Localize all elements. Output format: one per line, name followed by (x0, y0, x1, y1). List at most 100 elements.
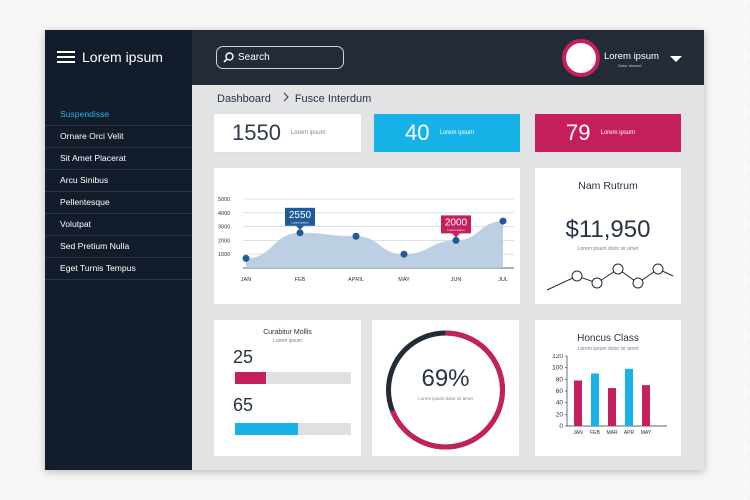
sparkline-point (591, 277, 603, 289)
stat-tile-3[interactable]: 79 Lorem ipsum (535, 114, 681, 152)
curabitur-card: Curabitur Mollis Lorem ipsum 25 65 (214, 320, 361, 456)
progress-value-2: 65 (233, 395, 254, 415)
x-tick-label: JAN (241, 277, 251, 283)
bar-chart: 0 20 40 60 80 100 120 JAN FEB MAR APR MAY (552, 354, 667, 436)
data-point (452, 236, 460, 244)
avatar[interactable] (562, 39, 600, 77)
data-point (400, 250, 408, 258)
hamburger-menu-icon[interactable] (57, 51, 75, 63)
honcus-card: Honcus Class Lorem ipsum dolor sir amet … (535, 320, 681, 456)
progress-value-1: 25 (233, 347, 254, 367)
callout-subtitle: Lorem ipsum (291, 220, 309, 224)
bar (591, 373, 599, 426)
callout-subtitle: Lorem ipsum (447, 228, 465, 232)
bar (608, 388, 616, 426)
y-tick-label: 2000 (218, 238, 230, 244)
user-role: Dolor sitamet (618, 63, 642, 68)
donut-value: 69% (421, 365, 470, 392)
breadcrumb: Dashboard Fusce Interdum (217, 92, 371, 105)
stat-label: Lorem ipsum (290, 130, 326, 136)
stat-value: 79 (566, 120, 591, 145)
x-tick-label: FEB (590, 430, 600, 436)
y-tick-label: 4000 (218, 211, 230, 217)
bar (574, 380, 582, 426)
x-tick-label: MAY (398, 277, 410, 283)
x-tick-label: APR (624, 430, 635, 436)
sidebar-item-suspendisse[interactable]: Suspendisse (45, 104, 192, 126)
stat-tile-2[interactable]: 40 Lorem ipsum (374, 114, 520, 152)
sparkline-chart (546, 263, 674, 291)
sidebar-item-pellentesque[interactable]: Pellentesque (45, 192, 192, 214)
x-tick-label: APRIL (348, 277, 364, 283)
sidebar-item-arcu-sinibus[interactable]: Arcu Sinibus (45, 170, 192, 192)
nam-rutrum-card: Nam Rutrum $11,950 Lorem ipsum dolor sir… (535, 168, 681, 304)
sidebar-item-sed-pretium-nulla[interactable]: Sed Pretium Nulla (45, 236, 192, 258)
progress-fill-2 (235, 423, 298, 435)
y-tick-label: 60 (556, 388, 564, 395)
progress-bar-1 (235, 372, 351, 384)
sidebar-item-volutpat[interactable]: Volutpat (45, 214, 192, 236)
donut-card: 69% Lorem ipsum dolor sir amet (372, 320, 519, 456)
area-chart: 1000 2000 3000 4000 5000 JAN FEB APRIL MAY JUN JUL… (218, 197, 514, 283)
y-tick-label: 5000 (218, 197, 230, 203)
data-point (296, 229, 304, 237)
bar (625, 368, 633, 426)
brand-area: Lorem ipsum (45, 30, 192, 85)
stat-label: Lorem ipsum (600, 130, 636, 136)
breadcrumb-root[interactable]: Dashboard (217, 93, 271, 105)
y-tick-label: 3000 (218, 225, 230, 231)
x-tick-label: JUL (498, 277, 508, 283)
sidebar-item-sit-amet-placerat[interactable]: Sit Amet Placerat (45, 148, 192, 170)
y-tick-label: 20 (556, 411, 564, 418)
sparkline-point (571, 270, 583, 282)
sidebar-nav: Suspendisse Ornare Orci Velit Sit Amet Pla… (45, 104, 192, 280)
callout-value: 2000 (445, 217, 468, 228)
progress-bar-2 (235, 423, 351, 435)
y-tick-label: 1000 (218, 252, 230, 258)
donut-subtitle: Lorem ipsum dolor sir amet (418, 396, 473, 401)
search-input[interactable]: Search (216, 46, 344, 69)
card-subtitle: Lorem ipsum dolor sir amet (577, 246, 639, 252)
sidebar-item-eget-turnis-tempus[interactable]: Eget Turnis Tempus (45, 258, 192, 280)
dashboard-window: Lorem ipsum Search Lorem ipsum Dolor sit… (45, 30, 704, 470)
app-title: Lorem ipsum (82, 49, 163, 65)
x-tick-label: JUN (451, 277, 462, 283)
data-point (499, 217, 507, 225)
sidebar: Suspendisse Ornare Orci Velit Sit Amet Pla… (45, 85, 192, 470)
y-tick-label: 80 (556, 376, 564, 383)
data-point (242, 254, 250, 262)
card-title: Curabitur Mollis (263, 329, 312, 336)
callout-value: 2550 (289, 210, 312, 221)
x-tick-label: MAR (606, 430, 618, 436)
card-title: Honcus Class (577, 333, 639, 344)
data-point (352, 232, 360, 240)
bar (642, 385, 650, 426)
revenue-value: $11,950 (565, 216, 651, 243)
sidebar-item-ornare-orci-velit[interactable]: Ornare Orci Velit (45, 126, 192, 148)
card-title: Nam Rutrum (578, 180, 638, 192)
card-subtitle: Lorem ipsum dolor sir amet (577, 346, 639, 352)
sparkline-point (652, 263, 664, 275)
sparkline-point (612, 263, 624, 275)
stat-value: 40 (405, 120, 430, 145)
stat-label: Lorem ipsum (439, 130, 475, 136)
y-tick-label: 40 (556, 400, 564, 407)
card-subtitle: Lorem ipsum (273, 338, 302, 344)
stat-value: 1550 (232, 120, 281, 145)
y-tick-label: 100 (552, 365, 563, 372)
x-tick-label: FEB (295, 277, 306, 283)
callout-pointer (296, 225, 304, 230)
breadcrumb-current: Fusce Interdum (294, 92, 372, 105)
y-tick-label: 0 (559, 423, 563, 430)
x-tick-label: MAY (641, 430, 652, 436)
search-icon (223, 52, 234, 63)
stat-tile-1[interactable]: 1550 Lorem ipsum (214, 114, 361, 153)
chevron-down-icon[interactable] (670, 56, 682, 62)
user-name: Lorem ipsum (604, 51, 659, 62)
area-chart-card: 1000 2000 3000 4000 5000 JAN FEB APRIL MAY JUN JUL… (214, 168, 520, 304)
x-tick-label: JAN (573, 430, 583, 436)
search-placeholder: Search (238, 52, 270, 63)
sparkline-point (632, 277, 644, 289)
chevron-right-icon (283, 92, 289, 105)
progress-fill-1 (235, 372, 267, 384)
